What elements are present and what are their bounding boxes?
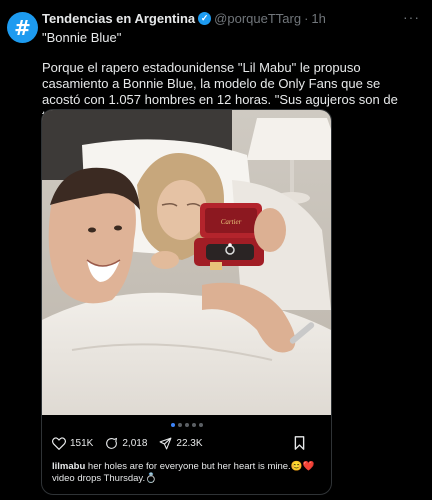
carousel-dot[interactable] — [198, 423, 203, 427]
bookmark-icon — [294, 436, 305, 450]
like-button[interactable]: 151K — [52, 436, 94, 450]
like-count: 151K — [70, 437, 94, 449]
comment-count: 2,018 — [122, 437, 148, 449]
ring-box: Cartier — [194, 203, 264, 270]
ring-box-brand: Cartier — [221, 218, 242, 226]
carousel-dot[interactable] — [170, 423, 175, 427]
caption-text: her holes are for everyone but her heart… — [52, 461, 315, 484]
carousel-dot[interactable] — [184, 423, 189, 427]
post-photo[interactable]: Cartier — [42, 110, 331, 415]
comment-icon — [106, 437, 118, 449]
author-avatar[interactable]: # — [7, 12, 38, 43]
comment-button[interactable]: 2,018 — [105, 437, 147, 450]
embedded-instagram-card[interactable]: Cartier 151K 2,018 22.3K lilmabu her hol… — [41, 109, 332, 495]
carousel-dot[interactable] — [191, 423, 196, 427]
carousel-indicator — [42, 423, 331, 427]
heart-icon — [52, 436, 66, 450]
verified-badge-icon: ✓ — [198, 12, 212, 25]
caption-username[interactable]: lilmabu — [52, 461, 85, 472]
save-button[interactable] — [294, 436, 309, 450]
timestamp[interactable]: 1h — [311, 11, 325, 26]
tweet-subtitle: "Bonnie Blue" — [42, 30, 122, 45]
send-icon — [159, 437, 172, 449]
author-handle[interactable]: @porqueTTarg — [214, 11, 301, 26]
share-button[interactable]: 22.3K — [159, 437, 203, 450]
share-count: 22.3K — [176, 437, 203, 449]
tweet-header: Tendencias en Argentina ✓ @porqueTTarg ·… — [42, 11, 402, 26]
author-name[interactable]: Tendencias en Argentina — [42, 11, 195, 26]
more-options-icon[interactable]: ··· — [403, 9, 420, 25]
hashtag-icon: # — [14, 15, 31, 40]
carousel-dot[interactable] — [177, 423, 182, 427]
post-actions: 151K 2,018 22.3K — [52, 436, 321, 450]
tweet[interactable]: # Tendencias en Argentina ✓ @porqueTTarg… — [0, 0, 432, 500]
separator: · — [304, 11, 309, 26]
post-caption: lilmabu her holes are for everyone but h… — [52, 461, 320, 485]
